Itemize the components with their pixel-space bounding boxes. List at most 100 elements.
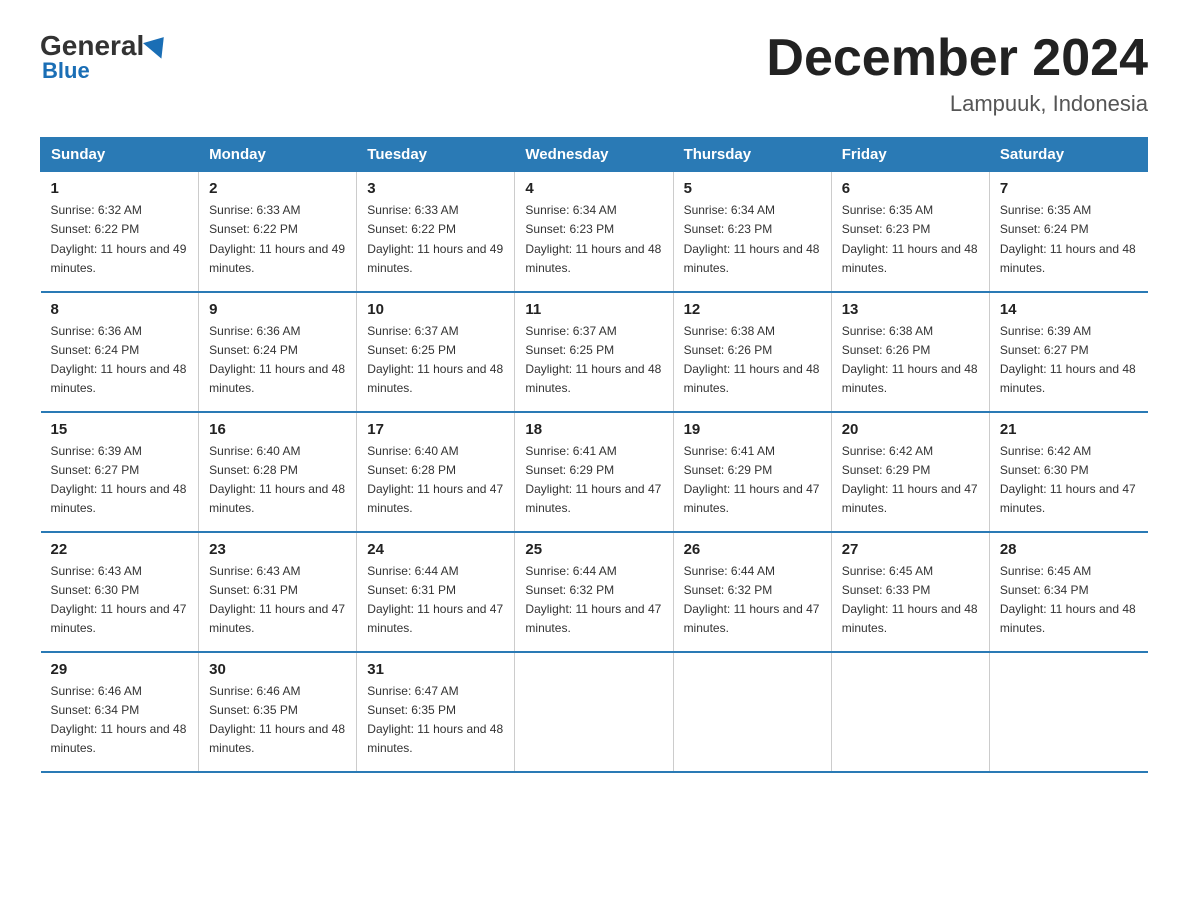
table-row: 22 Sunrise: 6:43 AM Sunset: 6:30 PM Dayl… (41, 532, 199, 652)
day-number: 11 (525, 301, 662, 318)
day-number: 17 (367, 421, 504, 438)
day-number: 27 (842, 541, 979, 558)
day-info: Sunrise: 6:42 AM Sunset: 6:29 PM Dayligh… (842, 442, 979, 519)
table-row: 20 Sunrise: 6:42 AM Sunset: 6:29 PM Dayl… (831, 412, 989, 532)
table-row: 24 Sunrise: 6:44 AM Sunset: 6:31 PM Dayl… (357, 532, 515, 652)
day-info: Sunrise: 6:41 AM Sunset: 6:29 PM Dayligh… (525, 442, 662, 519)
table-row: 17 Sunrise: 6:40 AM Sunset: 6:28 PM Dayl… (357, 412, 515, 532)
calendar-week-row: 22 Sunrise: 6:43 AM Sunset: 6:30 PM Dayl… (41, 532, 1148, 652)
day-number: 22 (51, 541, 189, 558)
table-row: 27 Sunrise: 6:45 AM Sunset: 6:33 PM Dayl… (831, 532, 989, 652)
table-row: 15 Sunrise: 6:39 AM Sunset: 6:27 PM Dayl… (41, 412, 199, 532)
day-info: Sunrise: 6:45 AM Sunset: 6:33 PM Dayligh… (842, 562, 979, 639)
day-info: Sunrise: 6:40 AM Sunset: 6:28 PM Dayligh… (209, 442, 346, 519)
table-row: 6 Sunrise: 6:35 AM Sunset: 6:23 PM Dayli… (831, 172, 989, 292)
calendar-week-row: 8 Sunrise: 6:36 AM Sunset: 6:24 PM Dayli… (41, 292, 1148, 412)
col-monday: Monday (199, 138, 357, 172)
day-info: Sunrise: 6:42 AM Sunset: 6:30 PM Dayligh… (1000, 442, 1138, 519)
day-number: 18 (525, 421, 662, 438)
day-info: Sunrise: 6:35 AM Sunset: 6:23 PM Dayligh… (842, 201, 979, 278)
day-info: Sunrise: 6:33 AM Sunset: 6:22 PM Dayligh… (367, 201, 504, 278)
day-info: Sunrise: 6:43 AM Sunset: 6:30 PM Dayligh… (51, 562, 189, 639)
table-row: 7 Sunrise: 6:35 AM Sunset: 6:24 PM Dayli… (989, 172, 1147, 292)
calendar-week-row: 15 Sunrise: 6:39 AM Sunset: 6:27 PM Dayl… (41, 412, 1148, 532)
table-row: 5 Sunrise: 6:34 AM Sunset: 6:23 PM Dayli… (673, 172, 831, 292)
day-number: 30 (209, 661, 346, 678)
day-number: 6 (842, 180, 979, 197)
table-row: 18 Sunrise: 6:41 AM Sunset: 6:29 PM Dayl… (515, 412, 673, 532)
day-info: Sunrise: 6:35 AM Sunset: 6:24 PM Dayligh… (1000, 201, 1138, 278)
day-info: Sunrise: 6:38 AM Sunset: 6:26 PM Dayligh… (684, 322, 821, 399)
day-number: 5 (684, 180, 821, 197)
table-row (989, 652, 1147, 772)
day-number: 21 (1000, 421, 1138, 438)
table-row (515, 652, 673, 772)
table-row: 25 Sunrise: 6:44 AM Sunset: 6:32 PM Dayl… (515, 532, 673, 652)
col-thursday: Thursday (673, 138, 831, 172)
calendar-table: Sunday Monday Tuesday Wednesday Thursday… (40, 137, 1148, 773)
page-header: General Blue December 2024 Lampuuk, Indo… (40, 30, 1148, 117)
calendar-header-row: Sunday Monday Tuesday Wednesday Thursday… (41, 138, 1148, 172)
day-number: 2 (209, 180, 346, 197)
table-row: 2 Sunrise: 6:33 AM Sunset: 6:22 PM Dayli… (199, 172, 357, 292)
table-row: 16 Sunrise: 6:40 AM Sunset: 6:28 PM Dayl… (199, 412, 357, 532)
table-row: 8 Sunrise: 6:36 AM Sunset: 6:24 PM Dayli… (41, 292, 199, 412)
day-number: 13 (842, 301, 979, 318)
day-number: 7 (1000, 180, 1138, 197)
col-tuesday: Tuesday (357, 138, 515, 172)
day-number: 10 (367, 301, 504, 318)
day-number: 12 (684, 301, 821, 318)
month-title: December 2024 (766, 30, 1148, 87)
day-info: Sunrise: 6:38 AM Sunset: 6:26 PM Dayligh… (842, 322, 979, 399)
day-info: Sunrise: 6:44 AM Sunset: 6:32 PM Dayligh… (684, 562, 821, 639)
day-number: 23 (209, 541, 346, 558)
table-row: 26 Sunrise: 6:44 AM Sunset: 6:32 PM Dayl… (673, 532, 831, 652)
day-info: Sunrise: 6:46 AM Sunset: 6:35 PM Dayligh… (209, 682, 346, 759)
day-info: Sunrise: 6:41 AM Sunset: 6:29 PM Dayligh… (684, 442, 821, 519)
logo-triangle-icon (143, 29, 173, 58)
day-info: Sunrise: 6:36 AM Sunset: 6:24 PM Dayligh… (51, 322, 189, 399)
day-number: 19 (684, 421, 821, 438)
table-row: 31 Sunrise: 6:47 AM Sunset: 6:35 PM Dayl… (357, 652, 515, 772)
day-number: 15 (51, 421, 189, 438)
table-row: 4 Sunrise: 6:34 AM Sunset: 6:23 PM Dayli… (515, 172, 673, 292)
day-info: Sunrise: 6:34 AM Sunset: 6:23 PM Dayligh… (684, 201, 821, 278)
table-row: 21 Sunrise: 6:42 AM Sunset: 6:30 PM Dayl… (989, 412, 1147, 532)
table-row: 23 Sunrise: 6:43 AM Sunset: 6:31 PM Dayl… (199, 532, 357, 652)
day-info: Sunrise: 6:33 AM Sunset: 6:22 PM Dayligh… (209, 201, 346, 278)
table-row: 10 Sunrise: 6:37 AM Sunset: 6:25 PM Dayl… (357, 292, 515, 412)
calendar-week-row: 1 Sunrise: 6:32 AM Sunset: 6:22 PM Dayli… (41, 172, 1148, 292)
col-wednesday: Wednesday (515, 138, 673, 172)
day-info: Sunrise: 6:47 AM Sunset: 6:35 PM Dayligh… (367, 682, 504, 759)
day-number: 4 (525, 180, 662, 197)
day-number: 9 (209, 301, 346, 318)
col-friday: Friday (831, 138, 989, 172)
title-section: December 2024 Lampuuk, Indonesia (766, 30, 1148, 117)
location-label: Lampuuk, Indonesia (766, 91, 1148, 117)
day-info: Sunrise: 6:46 AM Sunset: 6:34 PM Dayligh… (51, 682, 189, 759)
table-row: 30 Sunrise: 6:46 AM Sunset: 6:35 PM Dayl… (199, 652, 357, 772)
day-info: Sunrise: 6:34 AM Sunset: 6:23 PM Dayligh… (525, 201, 662, 278)
day-number: 1 (51, 180, 189, 197)
day-info: Sunrise: 6:37 AM Sunset: 6:25 PM Dayligh… (525, 322, 662, 399)
table-row: 12 Sunrise: 6:38 AM Sunset: 6:26 PM Dayl… (673, 292, 831, 412)
table-row (673, 652, 831, 772)
day-number: 24 (367, 541, 504, 558)
table-row: 19 Sunrise: 6:41 AM Sunset: 6:29 PM Dayl… (673, 412, 831, 532)
day-info: Sunrise: 6:36 AM Sunset: 6:24 PM Dayligh… (209, 322, 346, 399)
day-number: 8 (51, 301, 189, 318)
day-number: 29 (51, 661, 189, 678)
table-row: 14 Sunrise: 6:39 AM Sunset: 6:27 PM Dayl… (989, 292, 1147, 412)
logo: General Blue (40, 30, 170, 84)
day-number: 20 (842, 421, 979, 438)
day-info: Sunrise: 6:39 AM Sunset: 6:27 PM Dayligh… (1000, 322, 1138, 399)
day-info: Sunrise: 6:40 AM Sunset: 6:28 PM Dayligh… (367, 442, 504, 519)
col-saturday: Saturday (989, 138, 1147, 172)
table-row: 1 Sunrise: 6:32 AM Sunset: 6:22 PM Dayli… (41, 172, 199, 292)
day-info: Sunrise: 6:32 AM Sunset: 6:22 PM Dayligh… (51, 201, 189, 278)
day-info: Sunrise: 6:45 AM Sunset: 6:34 PM Dayligh… (1000, 562, 1138, 639)
table-row: 29 Sunrise: 6:46 AM Sunset: 6:34 PM Dayl… (41, 652, 199, 772)
day-number: 28 (1000, 541, 1138, 558)
day-info: Sunrise: 6:37 AM Sunset: 6:25 PM Dayligh… (367, 322, 504, 399)
day-info: Sunrise: 6:44 AM Sunset: 6:31 PM Dayligh… (367, 562, 504, 639)
